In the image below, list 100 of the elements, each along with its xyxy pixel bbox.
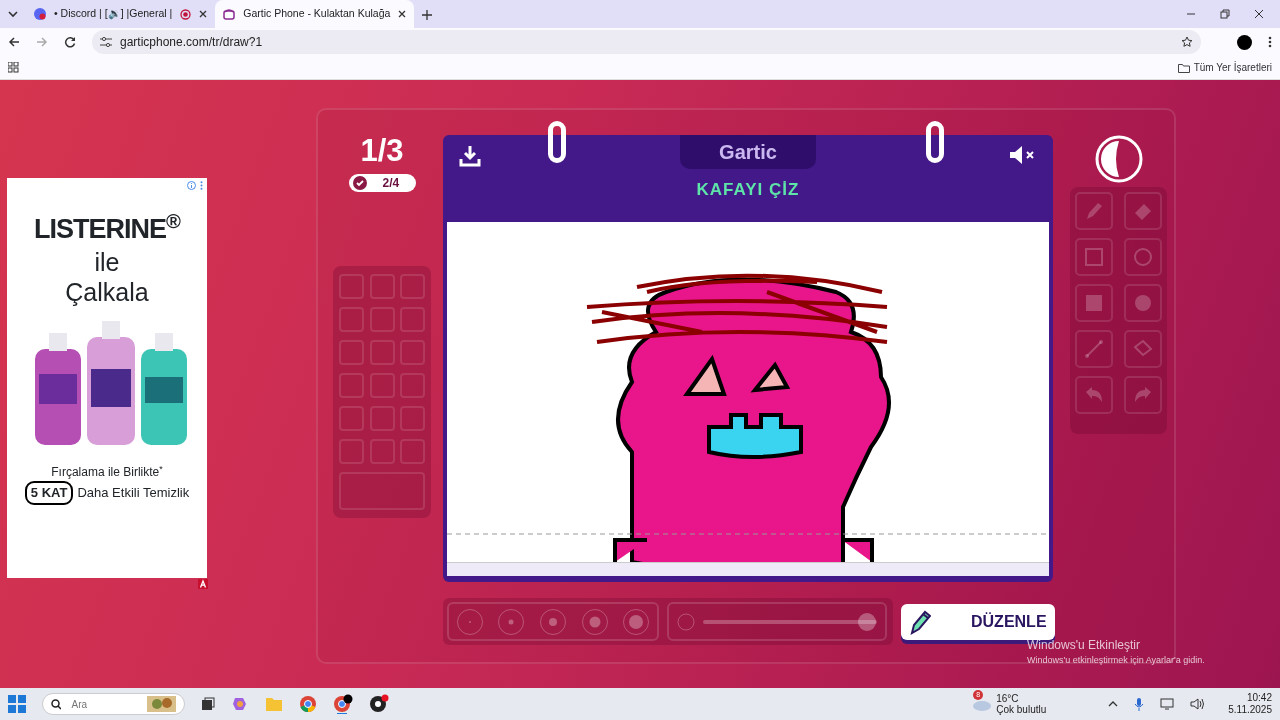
tab-search-icon[interactable]: [8, 10, 18, 18]
line-icon: [1083, 338, 1105, 360]
color-swatch[interactable]: [400, 439, 425, 464]
tool-button[interactable]: [1075, 376, 1113, 414]
phone-icon: [223, 8, 236, 20]
activation-title: Windows'u Etkinleştir: [1027, 637, 1141, 654]
timer-icon: [1094, 135, 1143, 183]
ad-headline: ile: [94, 247, 120, 277]
ad-tagline: Fırçalama ile Birlikte$^{*}$: [51, 463, 163, 481]
color-swatch[interactable]: [400, 340, 425, 365]
color-swatch[interactable]: [369, 373, 395, 398]
microphone-icon[interactable]: [1134, 697, 1145, 711]
profile-avatar[interactable]: [1237, 34, 1252, 50]
close-icon[interactable]: [199, 10, 208, 18]
chrome-icon[interactable]: [333, 694, 353, 714]
folder-icon[interactable]: [265, 696, 283, 712]
discord-icon: [34, 8, 46, 20]
filled-square-icon: [1083, 292, 1105, 314]
tool-button[interactable]: [1075, 238, 1113, 276]
round-counter: 1/3: [360, 135, 404, 166]
color-swatch[interactable]: [369, 406, 395, 431]
color-swatch[interactable]: [400, 307, 425, 332]
folder-icon: [1177, 62, 1190, 73]
color-swatch[interactable]: [339, 373, 364, 398]
color-swatch[interactable]: [400, 373, 425, 398]
tool-button[interactable]: [1124, 192, 1162, 230]
search-icon: [51, 698, 62, 710]
date-text: 5.11.2025: [1228, 704, 1272, 716]
chevron-icon[interactable]: [1108, 700, 1119, 708]
copilot-icon[interactable]: [231, 695, 249, 713]
speaker-icon[interactable]: [1190, 698, 1205, 710]
ad-choices-icon[interactable]: [198, 579, 208, 589]
new-tab-icon[interactable]: [422, 10, 433, 20]
tool-button[interactable]: [1075, 284, 1113, 322]
check-icon: [352, 176, 367, 190]
ad-headline: Çalkala: [65, 277, 149, 307]
back-icon[interactable]: [8, 36, 20, 48]
browser-tab[interactable]: Gartic Phone - Kulaktan Kulağa: [215, 0, 415, 28]
tool-button[interactable]: [1075, 330, 1113, 368]
star-icon[interactable]: [1181, 36, 1193, 48]
recorder-icon[interactable]: [369, 694, 389, 714]
tool-button[interactable]: [1075, 192, 1113, 230]
browser-tab[interactable]: • Discord | [🔉] |General |: [26, 0, 216, 28]
tool-button[interactable]: [1124, 238, 1162, 276]
clock[interactable]: 10:42 5.11.2025: [1228, 692, 1272, 716]
search-input[interactable]: Ara: [69, 695, 140, 713]
circle-icon: [1132, 246, 1154, 268]
bookmarks-folder[interactable]: Tüm Yer İşaretleri: [1177, 60, 1272, 75]
recording-icon: [180, 8, 192, 20]
filled-circle-icon: [1132, 292, 1154, 314]
reload-icon[interactable]: [64, 36, 76, 48]
apps-icon[interactable]: [8, 62, 19, 73]
mute-icon[interactable]: [1009, 145, 1037, 165]
slider-thumb[interactable]: [857, 611, 877, 632]
forward-icon[interactable]: [36, 36, 48, 48]
color-swatch[interactable]: [400, 274, 425, 299]
color-swatch[interactable]: [369, 307, 395, 332]
pencil-icon: [909, 608, 931, 635]
tool-button[interactable]: [1124, 330, 1162, 368]
game-logo: Gartic: [680, 135, 816, 169]
site-settings-icon[interactable]: [100, 37, 112, 47]
start-icon[interactable]: [8, 695, 26, 713]
size-slider[interactable]: [703, 611, 877, 632]
color-swatch[interactable]: [400, 406, 425, 431]
square-icon: [1083, 246, 1105, 268]
restore-icon[interactable]: [1220, 9, 1230, 19]
ad-claim: Daha Etkili Temizlik: [77, 484, 190, 502]
time-text: 10:42: [1245, 692, 1272, 704]
color-swatch[interactable]: [369, 340, 395, 365]
tool-button[interactable]: [1124, 376, 1162, 414]
weather-text: Çok bulutlu: [996, 704, 1047, 715]
brush-size-option[interactable]: [497, 607, 526, 636]
close-icon[interactable]: [398, 10, 407, 18]
binder-ring: [926, 121, 944, 163]
brush-size-option[interactable]: [455, 607, 484, 636]
temperature-text: 16°C: [996, 693, 1020, 704]
binder-ring: [548, 121, 566, 163]
color-swatch[interactable]: [339, 340, 364, 365]
info-icon[interactable]: [187, 181, 196, 190]
network-icon[interactable]: [1160, 698, 1175, 710]
close-icon[interactable]: [1254, 9, 1264, 19]
search-bar[interactable]: Ara: [42, 693, 185, 715]
custom-color-swatch[interactable]: [339, 472, 425, 510]
download-icon[interactable]: [459, 145, 481, 167]
brush-size-option[interactable]: [580, 607, 609, 636]
menu-icon[interactable]: [1268, 36, 1272, 48]
task-view-icon[interactable]: [201, 697, 215, 711]
color-swatch[interactable]: [339, 406, 364, 431]
tool-button[interactable]: [1124, 284, 1162, 322]
ad-badge: 5 KAT: [24, 481, 74, 505]
color-swatch[interactable]: [339, 307, 364, 332]
color-swatch[interactable]: [339, 439, 364, 464]
color-swatch[interactable]: [369, 439, 395, 464]
address-bar[interactable]: garticphone.com/tr/draw?1: [92, 30, 1201, 54]
more-icon[interactable]: [200, 181, 203, 190]
color-swatch[interactable]: [369, 274, 395, 299]
brush-size-option[interactable]: [622, 607, 651, 636]
players-done-badge: 2/4: [348, 174, 416, 192]
color-swatch[interactable]: [339, 274, 364, 299]
brush-size-option[interactable]: [539, 607, 567, 636]
